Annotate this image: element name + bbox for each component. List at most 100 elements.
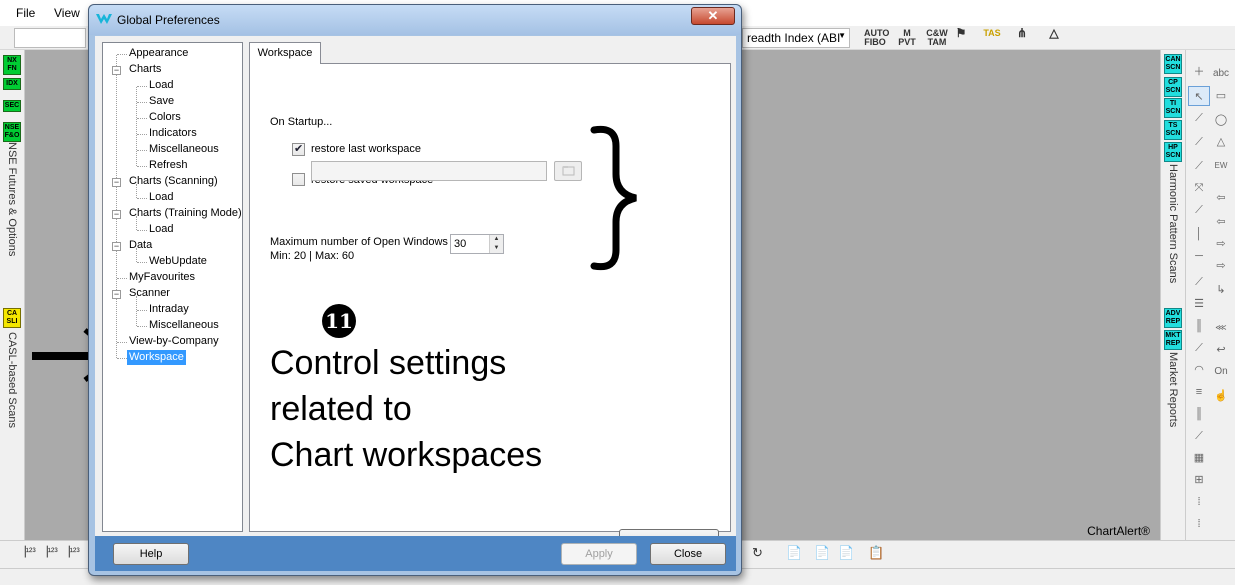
channel-sl-icon[interactable]: ⟋ — [1188, 156, 1210, 176]
close-window-button[interactable]: ✕ — [691, 7, 735, 25]
copy-report-icon[interactable]: 📄 — [814, 545, 830, 561]
spin-up-icon[interactable]: ▲ — [489, 235, 503, 244]
preferences-tree[interactable]: Appearance − Charts Load Save Colors Ind… — [102, 42, 243, 532]
parallel-lines-icon[interactable]: ☰ — [1188, 294, 1210, 314]
market-reports-label[interactable]: Market Reports — [1167, 352, 1179, 427]
restore-last-checkbox[interactable]: ✔ — [292, 143, 305, 156]
tree-expander-charts-scanning[interactable]: − — [112, 178, 121, 187]
spin-down-icon[interactable]: ▼ — [489, 244, 503, 253]
tree-item-training-load[interactable]: Load — [147, 222, 175, 237]
can-scn-button[interactable]: CAN SCN — [1164, 54, 1182, 74]
grid-icon[interactable]: ⊞ — [1188, 470, 1210, 490]
tree-item-scanning-load[interactable]: Load — [147, 190, 175, 205]
dialog-titlebar[interactable]: Global Preferences ✕ — [89, 5, 741, 35]
pivot-icon[interactable]: M PVT — [896, 29, 918, 47]
arrow-upleft-icon[interactable]: ⇦ — [1210, 212, 1232, 232]
text-tool-icon[interactable]: abc — [1210, 64, 1232, 84]
ellipse-icon[interactable]: ◯ — [1210, 110, 1232, 130]
tree-item-intraday[interactable]: Intraday — [147, 302, 191, 317]
fan-icon[interactable]: ⟋ — [1188, 338, 1210, 358]
arrow-left-icon[interactable]: ⇦ — [1210, 188, 1232, 208]
arrow-right-icon[interactable]: ⇨ — [1210, 234, 1232, 254]
symbol-input[interactable] — [14, 28, 86, 48]
tree-item-charts[interactable]: Charts — [127, 62, 163, 77]
tree-item-charts-indicators[interactable]: Indicators — [147, 126, 199, 141]
triangle-icon[interactable]: △ — [1210, 132, 1232, 152]
cursor-r-icon[interactable]: ☝ — [1210, 386, 1232, 406]
refresh-icon[interactable]: ↻ — [752, 545, 763, 561]
menu-file[interactable]: File — [16, 6, 35, 20]
candle-pattern-icon[interactable]: ⚑ — [952, 27, 970, 47]
adv-rep-button[interactable]: ADV REP — [1164, 308, 1182, 328]
fib-retrace-icon[interactable]: ≡ — [1188, 382, 1210, 402]
trendline-sl-icon[interactable]: ⟋ — [1188, 132, 1210, 152]
triangle-tool-icon[interactable]: △ — [1042, 27, 1066, 47]
on-toggle[interactable]: On — [1210, 362, 1232, 382]
browse-workspace-button[interactable] — [554, 161, 582, 181]
tab-workspace[interactable]: Workspace — [249, 42, 321, 64]
max-windows-stepper[interactable]: 30 ▲ ▼ — [450, 234, 504, 254]
harmonic-scans-label[interactable]: Harmonic Pattern Scans — [1167, 164, 1179, 283]
grid-diag-icon[interactable]: ▦ — [1188, 448, 1210, 468]
bottom-tool-3-icon[interactable]: ▕¹²³ — [62, 547, 80, 558]
casl-button[interactable]: CA SLI — [3, 308, 21, 328]
pitchfork-icon[interactable]: ⋘ — [1210, 318, 1232, 338]
tree-item-charts-refresh[interactable]: Refresh — [147, 158, 190, 173]
dots-grid-2-icon[interactable]: ⁞ — [1188, 514, 1210, 534]
tree-item-charts-miscellaneous[interactable]: Miscellaneous — [147, 142, 221, 157]
saved-workspace-path-field[interactable] — [311, 161, 547, 181]
horizontal-line-icon[interactable]: ─ — [1188, 246, 1210, 266]
tree-expander-charts[interactable]: − — [112, 66, 121, 75]
arrow-downright-icon[interactable]: ⇨ — [1210, 256, 1232, 276]
help-button[interactable]: Help — [113, 543, 189, 565]
tree-item-charts-colors[interactable]: Colors — [147, 110, 183, 125]
ts-scn-button[interactable]: TS SCN — [1164, 120, 1182, 140]
apply-button[interactable]: Apply — [561, 543, 637, 565]
restore-saved-checkbox[interactable] — [292, 173, 305, 186]
bottom-tool-1-icon[interactable]: ▕¹²³ — [18, 547, 36, 558]
tree-item-view-by-company[interactable]: View-by-Company — [127, 334, 221, 349]
tree-item-charts-load[interactable]: Load — [147, 78, 175, 93]
hp-scn-button[interactable]: HP SCN — [1164, 142, 1182, 162]
tree-item-appearance[interactable]: Appearance — [127, 46, 190, 61]
auto-fibo-icon[interactable]: AUTO FIBO — [864, 29, 889, 47]
mkt-rep-button[interactable]: MKT REP — [1164, 330, 1182, 350]
indicator-select[interactable]: readth Index (ABI ▼ — [742, 28, 850, 48]
tree-item-charts-training[interactable]: Charts (Training Mode) — [127, 206, 244, 221]
tree-expander-charts-training[interactable]: − — [112, 210, 121, 219]
cw-tam-icon[interactable]: C&W TAM — [926, 29, 948, 47]
tree-item-workspace[interactable]: Workspace — [127, 350, 186, 365]
settings-report-icon[interactable]: 📋 — [868, 545, 884, 561]
fib-timezone-icon[interactable]: ║ — [1188, 404, 1210, 424]
tree-expander-data[interactable]: − — [112, 242, 121, 251]
export-report-icon[interactable]: 📄 — [838, 545, 854, 561]
trendline-icon[interactable]: ⟋ — [1188, 108, 1210, 128]
cycle-sl-icon[interactable]: ⟋ — [1188, 200, 1210, 220]
idx-button[interactable]: IDX — [3, 78, 21, 90]
tree-item-webupdate[interactable]: WebUpdate — [147, 254, 209, 269]
nse-fo-button[interactable]: NSE F&O — [3, 122, 21, 142]
tas-icon[interactable]: TAS — [982, 29, 1002, 47]
tree-item-scanner-miscellaneous[interactable]: Miscellaneous — [147, 318, 221, 333]
close-button[interactable]: Close — [650, 543, 726, 565]
dots-grid-icon[interactable]: ⁞ — [1188, 492, 1210, 512]
sec-button[interactable]: SEC — [3, 100, 21, 112]
vertical-bars-icon[interactable]: ║ — [1188, 316, 1210, 336]
tree-item-charts-save[interactable]: Save — [147, 94, 176, 109]
tree-expander-scanner[interactable]: − — [112, 290, 121, 299]
arrow-back-icon[interactable]: ↩ — [1210, 340, 1232, 360]
tree-item-myfavourites[interactable]: MyFavourites — [127, 270, 197, 285]
casl-scans-label[interactable]: CASL-based Scans — [6, 332, 18, 428]
report-icon[interactable]: 📄 — [786, 545, 802, 561]
bottom-tool-2-icon[interactable]: ▕¹²³ — [40, 547, 58, 558]
zigzag-icon[interactable]: ⤧ — [1188, 178, 1210, 198]
menu-view[interactable]: View — [54, 6, 80, 20]
arrow-bend-icon[interactable]: ↳ — [1210, 280, 1232, 300]
ti-scn-button[interactable]: TI SCN — [1164, 98, 1182, 118]
cp-scn-button[interactable]: CP SCN — [1164, 77, 1182, 97]
rectangle-icon[interactable]: ▭ — [1210, 86, 1232, 106]
nx-fn-button[interactable]: NX FN — [3, 55, 21, 75]
tree-item-scanner[interactable]: Scanner — [127, 286, 172, 301]
tree-item-charts-scanning[interactable]: Charts (Scanning) — [127, 174, 220, 189]
tree-item-data[interactable]: Data — [127, 238, 154, 253]
